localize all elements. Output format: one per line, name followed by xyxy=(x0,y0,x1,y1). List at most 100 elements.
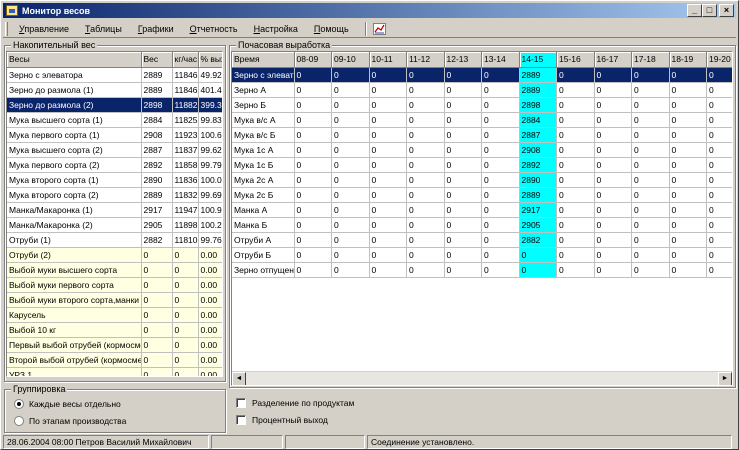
scale-row[interactable]: Карусель 0 0 0.00 xyxy=(7,307,222,323)
scale-row[interactable]: Мука высшего сорта (1) 2884 11825 99.83 xyxy=(7,112,222,128)
radio-by-stage-circle[interactable] xyxy=(14,416,24,426)
menu-item-1[interactable]: Таблицы xyxy=(77,21,130,37)
scale-row[interactable]: Мука второго сорта (1)289011836100.03 xyxy=(7,172,222,188)
empty-row xyxy=(232,277,732,292)
hourly-row-label: Мука 1с А xyxy=(232,142,295,158)
hourly-row[interactable]: Мука 1с Б 0 0 0 0 0 0 2892 0 0 0 0 0 xyxy=(232,157,732,173)
time-column-header[interactable]: Время xyxy=(232,52,295,68)
radio-by-stage[interactable]: По этапам производства xyxy=(14,416,126,426)
menu-item-2[interactable]: Графики xyxy=(130,21,182,37)
scale-row[interactable]: Первый выбой отрубей (кормосмесь)000.00 xyxy=(7,337,222,353)
status-bar: 28.06.2004 08:00 Петров Василий Михайлов… xyxy=(3,435,736,449)
minimize-button[interactable]: _ xyxy=(687,4,702,17)
empty-cell xyxy=(407,277,445,292)
scale-row[interactable]: Отруби (2) 0 0 0.00 xyxy=(7,247,222,263)
scale-cell-name: Второй выбой отрубей (кормосмесь) xyxy=(7,352,142,368)
chart-tool-button[interactable] xyxy=(371,21,389,37)
scale-row[interactable]: Зерно до размола (2)289811882399.34 xyxy=(7,97,222,113)
scale-cell-pct: 99.62 xyxy=(198,142,222,158)
hourly-row[interactable]: Зерно отпущенное000000000000 xyxy=(232,262,732,278)
scale-row[interactable]: Зерно с элеватора 2889 11846 49.92 xyxy=(7,67,222,83)
radio-each-scale-circle[interactable] xyxy=(14,399,24,409)
menu-item-0[interactable]: Управление xyxy=(11,21,77,37)
scale-row[interactable]: Выбой муки первого сорта 0 0 0.00 xyxy=(7,277,222,293)
left-column-header[interactable]: кг/час xyxy=(172,52,199,68)
hourly-value-cell: 0 xyxy=(294,97,332,113)
maximize-button[interactable]: □ xyxy=(702,4,717,17)
scale-row[interactable]: Выбой муки второго сорта,манки 0 0 0.00 xyxy=(7,292,222,308)
scale-cell-kg: 0 xyxy=(172,337,199,353)
scale-cell-ves: 0 xyxy=(141,307,173,323)
hour-column-header[interactable]: 14-15 xyxy=(519,52,557,68)
left-column-header[interactable]: Весы xyxy=(7,52,142,68)
hourly-row[interactable]: Зерно с элеватора000000288900000 xyxy=(232,67,732,83)
hourly-row[interactable]: Манка Б 0 0 0 0 0 0 2905 0 0 0 0 0 xyxy=(232,217,732,233)
hourly-value-cell: 0 xyxy=(369,172,407,188)
hour-column-header[interactable]: 15-16 xyxy=(556,52,595,68)
option-split-products[interactable]: Разделение по продуктам xyxy=(236,398,354,408)
empty-cell xyxy=(407,292,445,307)
option-percent-output[interactable]: Процентный выход xyxy=(236,415,328,425)
hour-column-header[interactable]: 16-17 xyxy=(594,52,632,68)
hourly-row[interactable]: Мука 2с А 0 0 0 0 0 0 2890 0 0 0 0 0 xyxy=(232,172,732,188)
scale-row[interactable]: УРЗ 1 0 0 0.00 xyxy=(7,367,222,376)
empty-cell xyxy=(632,277,670,292)
left-column-header[interactable]: % вых xyxy=(198,52,222,68)
scale-row[interactable]: Манка/Макаронка (2)290511898100.24 xyxy=(7,217,222,233)
hourly-row[interactable]: Зерно Б 0 0 0 0 0 0 2898 0 0 0 0 0 xyxy=(232,97,732,113)
empty-cell xyxy=(407,352,445,367)
hourly-row[interactable]: Манка А 0 0 0 0 0 0 2917 0 0 0 0 0 xyxy=(232,202,732,218)
menu-item-4[interactable]: Настройка xyxy=(246,21,306,37)
hourly-row[interactable]: Мука в/с Б 0 0 0 0 0 0 2887 0 0 0 0 0 xyxy=(232,127,732,143)
scale-row[interactable]: Выбой 10 кг 0 0 0.00 xyxy=(7,322,222,338)
hourly-value-cell: 0 xyxy=(594,157,632,173)
hourly-row[interactable]: Зерно А 0 0 0 0 0 0 2889 0 0 0 0 0 xyxy=(232,82,732,98)
hourly-row[interactable]: Отруби А 0 0 0 0 0 0 2882 0 0 0 0 0 xyxy=(232,232,732,248)
scale-row[interactable]: Мука первого сорта (2) 2892 11858 99.79 xyxy=(7,157,222,173)
hourly-row[interactable]: Мука 1с А 0 0 0 0 0 0 2908 0 0 0 0 0 xyxy=(232,142,732,158)
menu-item-3[interactable]: Отчетность xyxy=(182,21,246,37)
percent-output-checkbox[interactable] xyxy=(236,415,246,425)
hourly-value-cell: 0 xyxy=(444,202,482,218)
hourly-value-cell: 0 xyxy=(669,217,707,233)
scale-row[interactable]: Зерно до размола (1)288911846401.49 xyxy=(7,82,222,98)
hour-column-header[interactable]: 18-19 xyxy=(669,52,707,68)
left-column-header[interactable]: Вес xyxy=(141,52,173,68)
menu-item-5[interactable]: Помощь xyxy=(306,21,357,37)
scroll-left-button[interactable]: ◄ xyxy=(232,372,246,385)
radio-each-scale[interactable]: Каждые весы отдельно xyxy=(14,399,121,409)
title-bar[interactable]: Монитор весов _ □ × xyxy=(3,3,736,18)
empty-cell xyxy=(444,337,482,352)
hour-column-header[interactable]: 08-09 xyxy=(294,52,332,68)
scroll-track[interactable] xyxy=(246,372,718,385)
scale-row[interactable]: Второй выбой отрубей (кормосмесь) 0 0 0.00 xyxy=(7,352,222,368)
scale-cell-pct: 401.49 xyxy=(198,82,222,98)
split-products-checkbox[interactable] xyxy=(236,398,246,408)
hour-column-header[interactable]: 13-14 xyxy=(481,52,520,68)
hour-column-header[interactable]: 17-18 xyxy=(631,52,670,68)
hourly-row[interactable]: Отруби Б000000000000 xyxy=(232,247,732,263)
empty-cell xyxy=(294,307,332,322)
horizontal-scrollbar[interactable]: ◄ ► xyxy=(232,371,732,385)
scale-row[interactable]: Мука высшего сорта (2) 2887 11837 99.62 xyxy=(7,142,222,158)
hourly-row[interactable]: Мука 2с Б 0 0 0 0 0 0 2889 0 0 0 0 0 xyxy=(232,187,732,203)
scale-cell-ves: 0 xyxy=(141,292,173,308)
hour-column-header[interactable]: 11-12 xyxy=(406,52,445,68)
scale-row[interactable]: Выбой муки высшего сорта 0 0 0.00 xyxy=(7,262,222,278)
hourly-row[interactable]: Мука в/с А 0 0 0 0 0 0 2884 0 0 0 0 0 xyxy=(232,112,732,128)
scale-row[interactable]: Мука второго сорта (2) 2889 11832 99.69 xyxy=(7,187,222,203)
hour-column-header[interactable]: 09-10 xyxy=(331,52,370,68)
hour-column-header[interactable]: 10-11 xyxy=(369,52,407,68)
hour-column-header[interactable]: 19-20 xyxy=(706,52,732,68)
scale-row[interactable]: Отруби (1) 2882 11810 99.76 xyxy=(7,232,222,248)
hourly-value-cell: 0 xyxy=(669,112,707,128)
scale-row[interactable]: Мука первого сорта (1)290811923100.66 xyxy=(7,127,222,143)
hour-column-header[interactable]: 12-13 xyxy=(444,52,482,68)
close-button[interactable]: × xyxy=(719,4,734,17)
scale-row[interactable]: Манка/Макаронка (1)291711947100.97 xyxy=(7,202,222,218)
scale-cell-ves: 2905 xyxy=(141,217,173,233)
hourly-row-label: Мука 2с А xyxy=(232,172,295,188)
empty-cell xyxy=(294,292,332,307)
empty-cell xyxy=(669,337,707,352)
scroll-right-button[interactable]: ► xyxy=(718,372,732,385)
